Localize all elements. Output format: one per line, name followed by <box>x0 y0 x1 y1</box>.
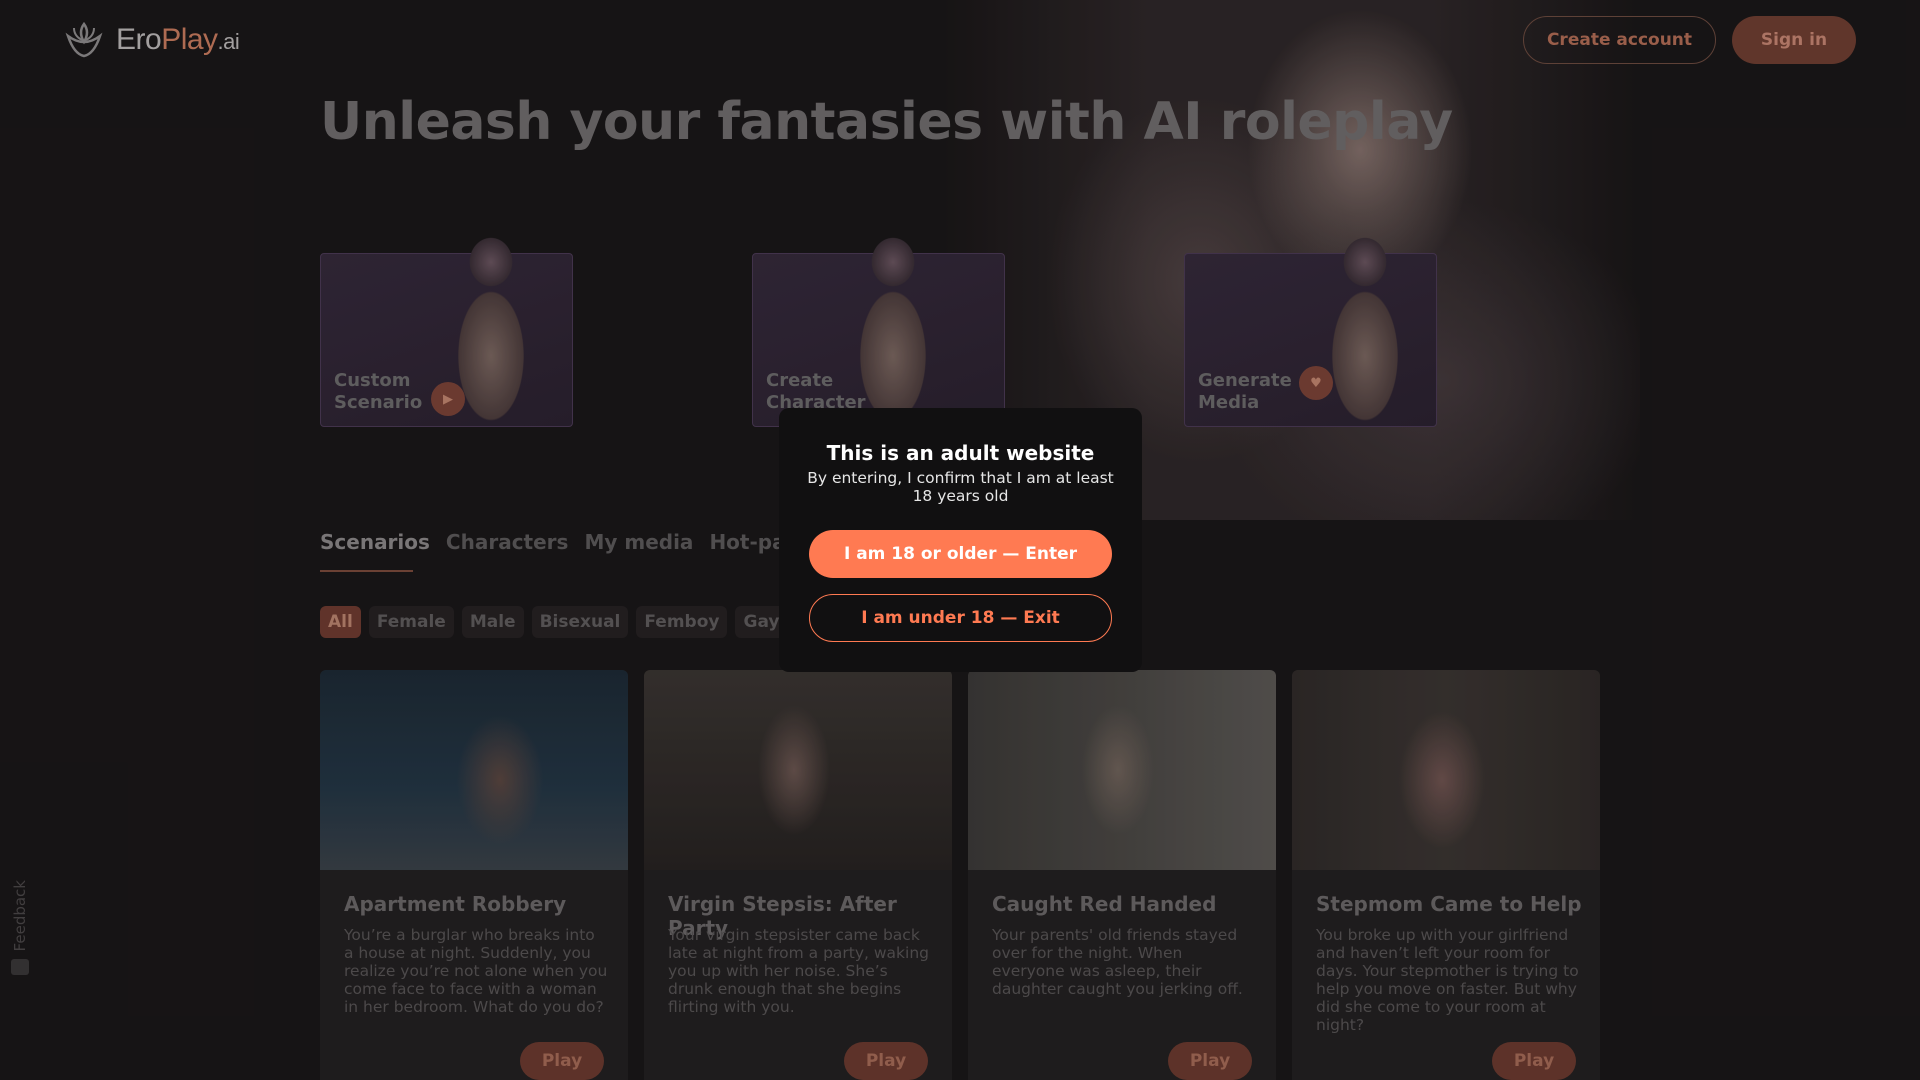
exit-button[interactable]: I am under 18 — Exit <box>809 594 1112 642</box>
enter-button[interactable]: I am 18 or older — Enter <box>809 530 1112 578</box>
modal-overlay: This is an adult website By entering, I … <box>0 0 1920 1080</box>
age-verification-modal: This is an adult website By entering, I … <box>779 408 1142 672</box>
modal-subtitle: By entering, I confirm that I am at leas… <box>807 469 1114 505</box>
modal-title: This is an adult website <box>826 441 1095 465</box>
